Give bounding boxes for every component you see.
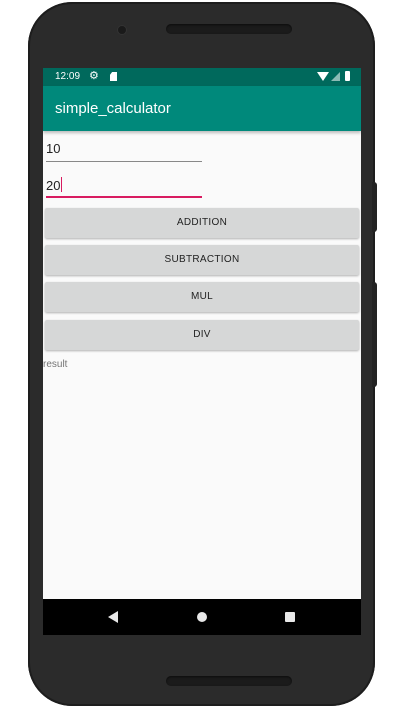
- status-time: 12:09: [55, 71, 81, 82]
- wifi-icon: [317, 72, 329, 81]
- app-bar: simple_calculator: [43, 86, 361, 131]
- device-screen: 12:09 ⚙ simple_calculator 10 20 ADDITION…: [43, 68, 361, 635]
- second-number-underline: [46, 196, 202, 198]
- navigation-bar: [43, 599, 361, 635]
- home-icon[interactable]: [197, 612, 207, 622]
- first-number-underline: [46, 161, 202, 162]
- second-number-value: 20: [46, 178, 61, 193]
- front-camera: [118, 26, 126, 34]
- second-number-input[interactable]: 20: [46, 172, 202, 198]
- signal-icon: [331, 72, 340, 81]
- gear-icon: ⚙: [89, 70, 99, 82]
- status-bar: 12:09 ⚙: [43, 68, 361, 86]
- back-icon[interactable]: [108, 611, 118, 623]
- first-number-value: 10: [46, 141, 61, 156]
- sd-card-icon: [110, 72, 117, 81]
- first-number-input[interactable]: 10: [46, 136, 202, 162]
- top-speaker: [166, 24, 292, 34]
- result-text: result: [43, 359, 68, 370]
- addition-button[interactable]: ADDITION: [45, 208, 359, 238]
- app-title: simple_calculator: [55, 100, 171, 117]
- subtraction-button[interactable]: SUBTRACTION: [45, 245, 359, 275]
- battery-icon: [345, 71, 350, 81]
- volume-button: [372, 282, 377, 387]
- power-button: [372, 182, 377, 232]
- text-cursor: [61, 177, 63, 192]
- div-button[interactable]: DIV: [45, 320, 359, 350]
- bottom-speaker: [166, 676, 292, 686]
- recents-icon[interactable]: [285, 612, 295, 622]
- mul-button[interactable]: MUL: [45, 282, 359, 312]
